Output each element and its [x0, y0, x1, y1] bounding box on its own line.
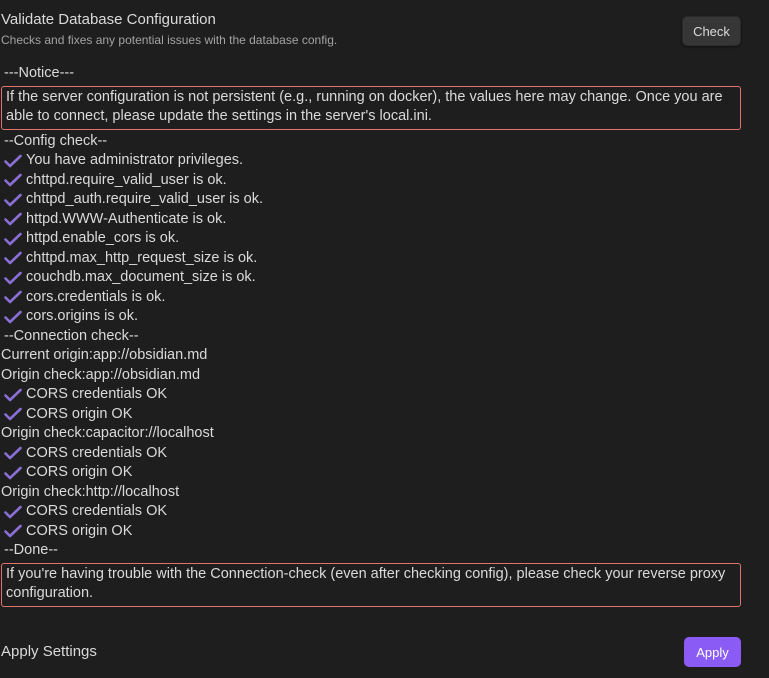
notice-header: ---Notice--- — [4, 65, 75, 81]
apply-button[interactable]: Apply — [684, 637, 741, 667]
config-check-item: chttpd.max_http_request_size is ok. — [1, 249, 741, 269]
config-check-item: httpd.enable_cors is ok. — [1, 229, 741, 249]
config-check-item: cors.origins is ok. — [1, 307, 741, 327]
origin-check-result-text: CORS credentials OK — [26, 503, 168, 519]
check-icon — [4, 466, 22, 480]
origin-check-result-text: CORS origin OK — [26, 464, 133, 480]
check-icon — [4, 407, 22, 421]
config-check-header: --Config check-- — [4, 132, 108, 149]
check-icon — [4, 310, 22, 324]
config-check-item-text: chttpd.max_http_request_size is ok. — [26, 249, 258, 266]
origin-check-result: CORS credentials OK — [1, 502, 741, 522]
origin-check-result-text: CORS origin OK — [26, 522, 133, 539]
config-check-item-text: You have administrator privileges. — [26, 152, 244, 168]
origin-check-label: Origin check:http://localhost — [1, 483, 180, 500]
check-icon — [4, 524, 22, 538]
validate-title: Validate Database Configuration — [1, 11, 216, 28]
origin-check-result: CORS credentials OK — [1, 385, 741, 405]
origin-check-list: Origin check:app://obsidian.md CORS crede… — [1, 366, 741, 542]
config-check-item-text: couchdb.max_document_size is ok. — [26, 269, 256, 285]
check-log: ---Notice--- If the server configuration… — [1, 64, 741, 609]
check-icon — [4, 193, 22, 207]
origin-check-result-text: CORS credentials OK — [26, 386, 168, 402]
done-header: --Done-- — [4, 542, 58, 558]
config-check-item: httpd.WWW-Authenticate is ok. — [1, 210, 741, 230]
validate-setting: Validate Database Configuration Checks a… — [1, 10, 337, 48]
origin-check-label: Origin check:capacitor://localhost — [1, 425, 214, 441]
config-check-item: chttpd.require_valid_user is ok. — [1, 171, 741, 191]
origin-check-result-text: CORS origin OK — [26, 405, 133, 422]
origin-check-result: CORS origin OK — [1, 405, 741, 425]
origin-check-result-text: CORS credentials OK — [26, 444, 168, 461]
config-check-item: chttpd_auth.require_valid_user is ok. — [1, 190, 741, 210]
origin-check-result: CORS origin OK — [1, 522, 741, 542]
apply-settings-label: Apply Settings — [1, 643, 97, 660]
check-icon — [4, 271, 22, 285]
notice-box: If the server configuration is not persi… — [1, 85, 741, 130]
check-button[interactable]: Check — [682, 16, 741, 46]
check-icon — [4, 446, 22, 460]
origin-check-result: CORS origin OK — [1, 463, 741, 483]
check-icon — [4, 251, 22, 265]
config-check-item-text: chttpd.require_valid_user is ok. — [26, 171, 227, 188]
config-check-item-text: httpd.WWW-Authenticate is ok. — [26, 210, 227, 227]
check-icon — [4, 173, 22, 187]
config-check-item: cors.credentials is ok. — [1, 288, 741, 308]
check-icon — [4, 212, 22, 226]
config-check-list: You have administrator privileges. chttpd… — [1, 151, 741, 327]
config-check-item: couchdb.max_document_size is ok. — [1, 268, 741, 288]
config-check-item-text: cors.origins is ok. — [26, 308, 139, 324]
check-icon — [4, 232, 22, 246]
config-check-item: You have administrator privileges. — [1, 151, 741, 171]
current-origin: Current origin:app://obsidian.md — [1, 347, 208, 363]
config-check-item-text: cors.credentials is ok. — [26, 288, 166, 305]
config-check-item-text: httpd.enable_cors is ok. — [26, 230, 180, 246]
connection-check-header: --Connection check-- — [4, 327, 139, 344]
check-icon — [4, 505, 22, 519]
check-icon — [4, 388, 22, 402]
check-icon — [4, 290, 22, 304]
origin-check-label: Origin check:app://obsidian.md — [1, 366, 201, 383]
check-icon — [4, 154, 22, 168]
origin-check-result: CORS credentials OK — [1, 444, 741, 464]
validate-description: Checks and fixes any potential issues wi… — [1, 33, 338, 47]
done-box: If you're having trouble with the Connec… — [1, 562, 741, 607]
config-check-item-text: chttpd_auth.require_valid_user is ok. — [26, 191, 263, 207]
